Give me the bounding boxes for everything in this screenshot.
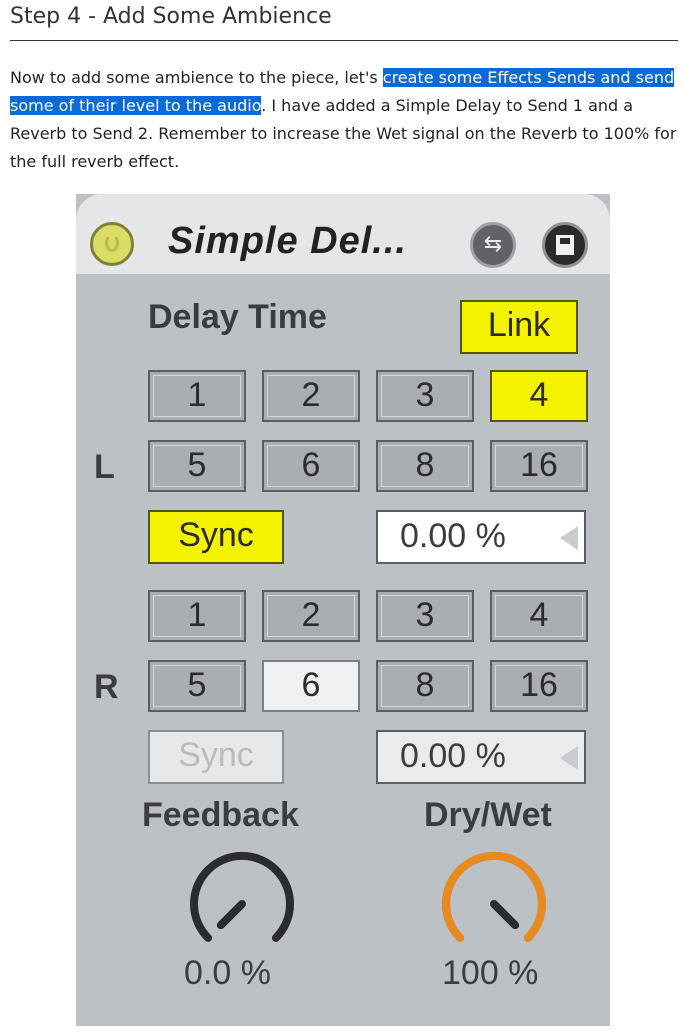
feedback-label: Feedback	[142, 796, 299, 834]
paragraph-text-start: Now to add some ambience to the piece, l…	[10, 68, 383, 87]
right-delay-button-4[interactable]: 4	[490, 590, 588, 642]
right-delay-button-1[interactable]: 1	[148, 590, 246, 642]
right-offset-value: 0.00 %	[400, 737, 506, 775]
left-delay-button-5[interactable]: 5	[148, 440, 246, 492]
feedback-value: 0.0 %	[184, 954, 271, 992]
feedback-knob[interactable]	[180, 846, 304, 950]
right-sync-button[interactable]: Sync	[148, 730, 284, 784]
right-offset-field[interactable]: 0.00 %	[376, 730, 586, 784]
left-delay-button-2[interactable]: 2	[262, 370, 360, 422]
right-delay-button-5[interactable]: 5	[148, 660, 246, 712]
left-offset-arrow-icon	[560, 526, 578, 550]
left-offset-field[interactable]: 0.00 %	[376, 510, 586, 564]
right-channel-label: R	[94, 668, 119, 706]
left-delay-button-6[interactable]: 6	[262, 440, 360, 492]
section-heading: Step 4 - Add Some Ambience	[10, 4, 332, 29]
left-sync-button[interactable]: Sync	[148, 510, 284, 564]
left-delay-button-16[interactable]: 16	[490, 440, 588, 492]
device-title-bar[interactable]: Simple Del... ⇆	[76, 194, 610, 274]
left-channel-label: L	[94, 448, 115, 486]
heading-divider	[10, 40, 678, 41]
drywet-label: Dry/Wet	[424, 796, 552, 834]
article-paragraph: Now to add some ambience to the piece, l…	[10, 64, 680, 176]
right-delay-button-3[interactable]: 3	[376, 590, 474, 642]
left-delay-button-4[interactable]: 4	[490, 370, 588, 422]
hot-swap-icon[interactable]: ⇆	[470, 222, 516, 268]
device-title: Simple Del...	[168, 220, 407, 262]
right-delay-button-16[interactable]: 16	[490, 660, 588, 712]
right-delay-button-2[interactable]: 2	[262, 590, 360, 642]
left-delay-button-1[interactable]: 1	[148, 370, 246, 422]
simple-delay-device: Simple Del... ⇆ Delay Time Link L R 1234…	[76, 194, 610, 1026]
delay-time-label: Delay Time	[148, 298, 327, 336]
link-button[interactable]: Link	[460, 300, 578, 354]
save-icon[interactable]	[542, 222, 588, 268]
right-delay-button-8[interactable]: 8	[376, 660, 474, 712]
left-delay-button-8[interactable]: 8	[376, 440, 474, 492]
drywet-value: 100 %	[442, 954, 539, 992]
drywet-knob[interactable]	[432, 846, 556, 950]
right-delay-button-6[interactable]: 6	[262, 660, 360, 712]
power-icon[interactable]	[90, 222, 134, 266]
left-offset-value: 0.00 %	[400, 517, 506, 555]
right-offset-arrow-icon	[560, 746, 578, 770]
left-delay-button-3[interactable]: 3	[376, 370, 474, 422]
